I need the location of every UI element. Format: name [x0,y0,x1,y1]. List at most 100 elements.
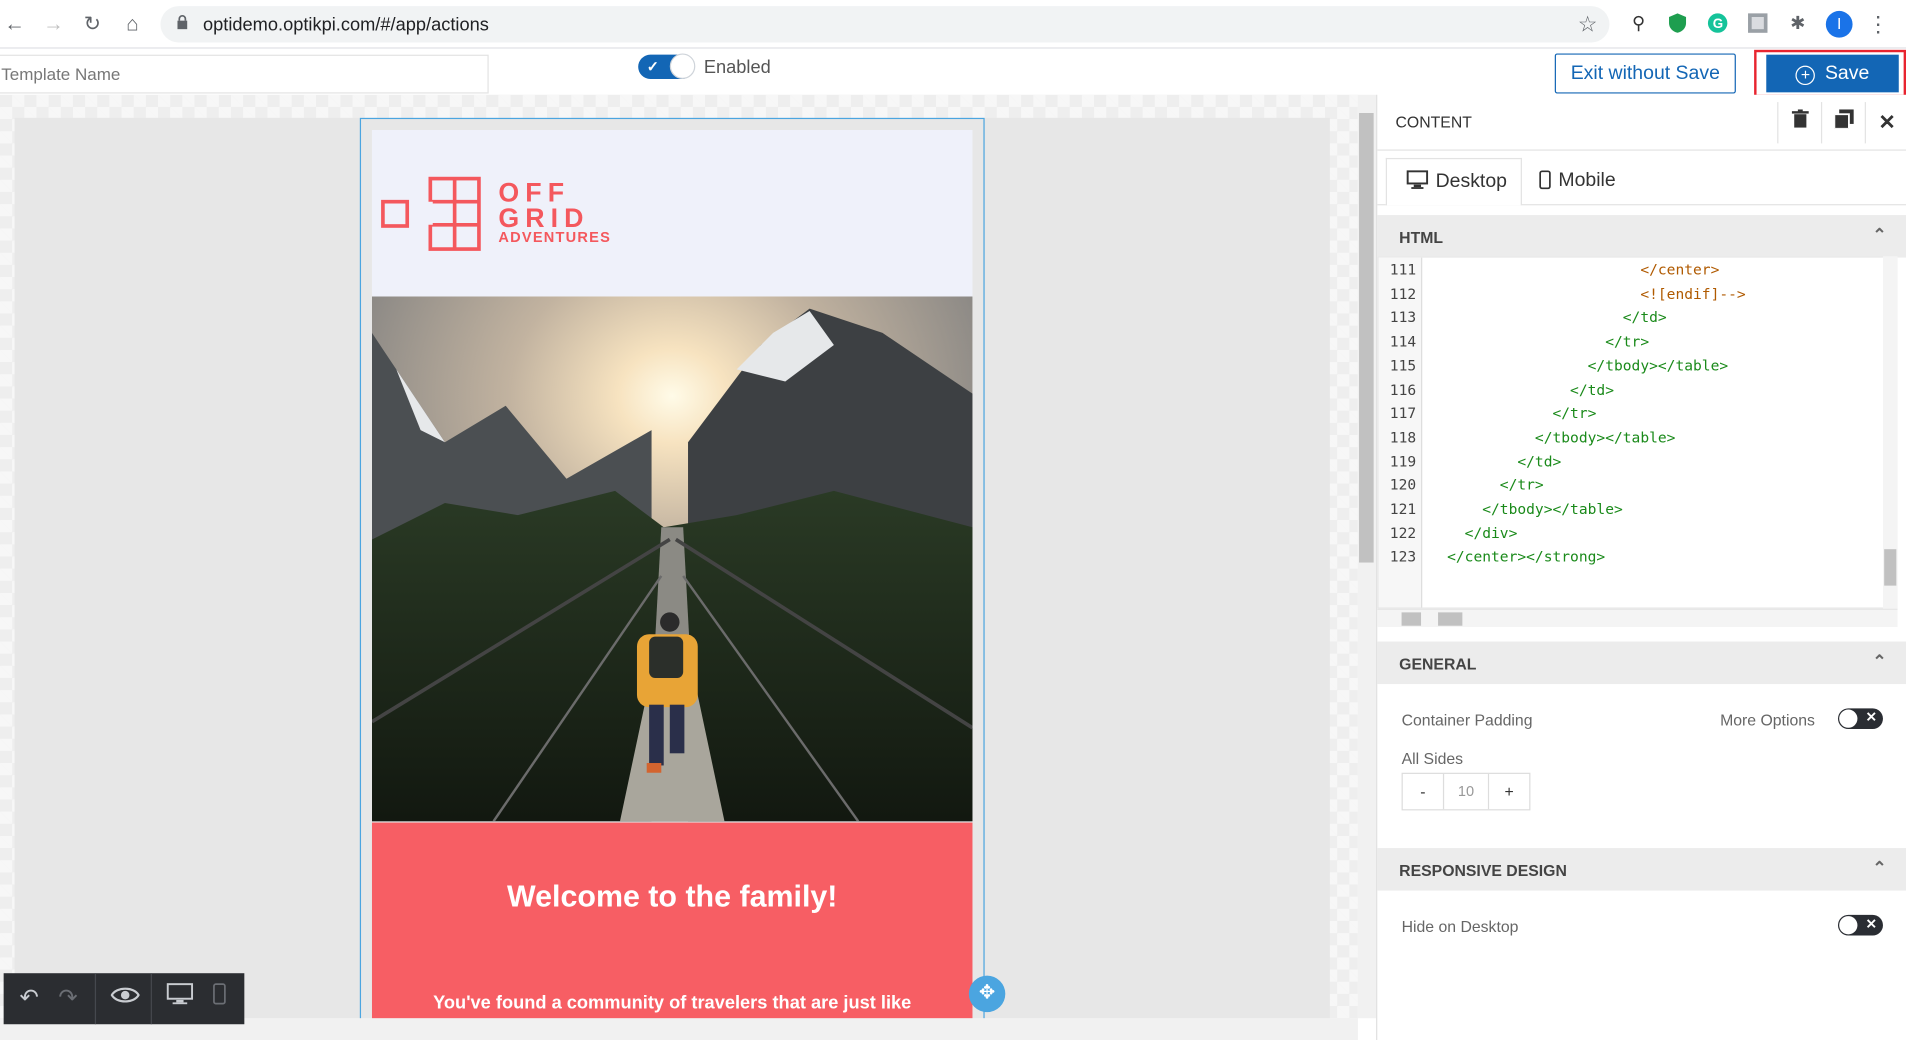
code-line-number: 121 [1389,500,1417,518]
exit-without-save-button[interactable]: Exit without Save [1554,53,1736,94]
star-icon[interactable]: ☆ [1575,12,1599,36]
code-line[interactable]: </div> [1430,525,1518,542]
code-line[interactable]: </tbody></table> [1430,429,1676,446]
code-line[interactable]: </tr> [1430,333,1649,350]
canvas-scroll-thumb[interactable] [1359,112,1374,563]
code-line-number: 112 [1389,285,1417,303]
chevron-up-icon[interactable]: ⌃ [1872,225,1886,246]
code-line[interactable]: </tbody></table> [1430,501,1623,518]
save-label: Save [1824,63,1870,84]
chevron-up-icon[interactable]: ⌃ [1872,858,1886,879]
code-line-number: 118 [1389,428,1417,446]
tab-desktop-label: Desktop [1435,171,1507,192]
redo-icon[interactable]: ↷ [52,983,84,1015]
x-icon: ✕ [1865,917,1877,932]
html-section-header[interactable]: HTML ⌃ [1377,215,1906,258]
photo-extension-icon[interactable] [1746,12,1770,36]
trash-icon[interactable] [1777,102,1821,144]
code-line-number: 119 [1389,452,1417,470]
code-line-number: 111 [1389,261,1417,279]
close-icon[interactable]: ✕ [1864,102,1906,144]
code-line[interactable]: </td> [1430,381,1614,398]
code-line[interactable]: </tbody></table> [1430,357,1729,374]
profile-avatar[interactable]: I [1825,10,1853,38]
code-line-number: 117 [1389,404,1417,422]
shield-extension-icon[interactable] [1665,12,1689,36]
x-icon: ✕ [1865,710,1877,726]
code-horizontal-scrollbar[interactable] [1377,608,1898,627]
save-button[interactable]: + Save [1766,54,1899,93]
mobile-icon [1539,170,1551,190]
lock-icon [176,15,188,30]
code-line-number: 113 [1389,309,1417,327]
general-section-title: GENERAL [1399,654,1477,674]
padding-increment-button[interactable]: + [1489,774,1529,809]
code-line[interactable]: </tr> [1430,477,1544,494]
code-line[interactable]: </center> [1430,261,1719,278]
tab-mobile-label: Mobile [1558,170,1616,191]
container-padding-label: Container Padding [1401,710,1533,729]
toggle-knob [1839,916,1858,935]
reload-icon[interactable]: ↻ [80,12,104,36]
toggle-knob [669,53,696,79]
editor-toolbar: ↶ ↷ [3,973,245,1025]
padding-value-input[interactable]: 10 [1442,773,1490,810]
code-line-number: 114 [1389,333,1417,351]
code-scroll-thumb[interactable] [1884,549,1897,586]
toolbar-divider [94,973,97,1025]
desktop-icon [1406,170,1429,189]
all-sides-label: All Sides [1401,749,1464,768]
check-icon: ✓ [646,58,659,76]
html-code-editor[interactable]: 111 </center> 112 <![endif]--> 113 </td> 11… [1377,256,1898,609]
menu-icon[interactable]: ⋮ [1866,12,1890,36]
code-line-number: 115 [1389,356,1417,374]
toolbar-divider [150,973,152,1025]
eye-icon[interactable] [107,983,143,1015]
mobile-icon[interactable] [203,983,235,1015]
code-line[interactable]: </td> [1430,309,1667,326]
move-icon[interactable]: ✥ [968,975,1006,1013]
html-section-title: HTML [1399,228,1444,247]
code-line-number: 122 [1389,524,1417,542]
svg-text:G: G [1713,16,1723,31]
code-line[interactable]: </center></strong> [1430,548,1605,565]
code-line-number: 123 [1389,548,1417,566]
key-extension-icon[interactable]: ⚲ [1626,12,1650,36]
code-line-number: 120 [1389,476,1417,494]
general-section-header[interactable]: GENERAL ⌃ [1377,641,1906,685]
forward-icon[interactable]: → [41,12,65,36]
responsive-section-title: RESPONSIVE DESIGN [1399,861,1567,880]
more-options-toggle[interactable]: ✕ [1837,708,1883,729]
toggle-knob [1839,709,1858,728]
back-icon[interactable]: ← [2,12,26,36]
undo-icon[interactable]: ↶ [13,983,45,1015]
chevron-up-icon[interactable]: ⌃ [1872,651,1886,672]
hide-on-desktop-label: Hide on Desktop [1401,917,1519,936]
panel-header-divider [1377,149,1906,151]
tab-desktop[interactable]: Desktop [1385,157,1522,206]
code-line[interactable]: </td> [1430,453,1561,470]
home-icon[interactable]: ⌂ [120,12,144,36]
template-name-input[interactable]: Template Name [0,54,489,94]
url-text: optidemo.optikpi.com/#/app/actions [203,14,489,36]
padding-stepper: - 10 + [1401,772,1531,811]
duplicate-icon[interactable] [1820,102,1865,144]
hide-on-desktop-toggle[interactable]: ✕ [1837,914,1883,936]
selected-block-outline [359,117,985,1024]
panel-title: CONTENT [1395,112,1472,132]
code-hscroll-thumb[interactable] [1401,612,1422,626]
padding-decrement-button[interactable]: - [1403,774,1443,809]
code-line[interactable]: </tr> [1430,405,1596,422]
more-options-label: More Options [1720,710,1815,729]
enabled-label: Enabled [703,57,771,78]
code-line-number: 116 [1389,380,1417,398]
desktop-icon[interactable] [162,983,198,1015]
plus-circle-icon: + [1795,65,1816,86]
grammarly-icon[interactable]: G [1705,12,1729,36]
tab-mobile[interactable]: Mobile [1539,170,1616,192]
code-line[interactable]: <![endif]--> [1430,285,1745,302]
code-hscroll-thumb-2[interactable] [1438,612,1463,626]
extensions-icon[interactable]: ✱ [1786,12,1810,36]
code-vertical-scrollbar[interactable] [1882,256,1898,609]
responsive-section-header[interactable]: RESPONSIVE DESIGN ⌃ [1377,848,1906,891]
